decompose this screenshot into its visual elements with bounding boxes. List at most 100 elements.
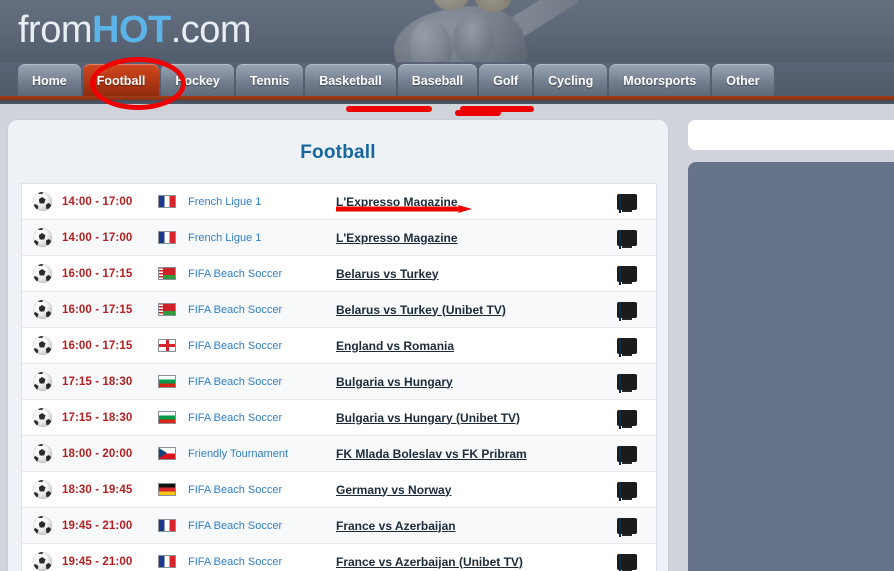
logo-from-text: from: [18, 9, 93, 51]
nav-tab-label: Other: [726, 74, 760, 88]
tv-cell[interactable]: [598, 517, 656, 537]
soccer-ball-icon: [32, 300, 52, 319]
event-competition: FIFA Beach Soccer: [188, 555, 283, 568]
event-row[interactable]: 17:15 - 18:30 FIFA Beach Soccer Bulgaria v…: [22, 400, 656, 436]
event-time: 19:45 - 21:00: [62, 555, 133, 568]
event-row[interactable]: 16:00 - 17:15 FIFA Beach Soccer Belarus vs…: [22, 256, 656, 292]
tv-cell[interactable]: [598, 265, 656, 285]
tv-icon[interactable]: [617, 517, 637, 537]
tv-cell[interactable]: [598, 553, 656, 571]
page-body: Football 14:00 - 17:00 French Ligue 1 L'Ex…: [0, 104, 894, 571]
event-competition: French Ligue 1: [188, 195, 262, 208]
tv-icon[interactable]: [617, 553, 637, 571]
search-box-placeholder[interactable]: [688, 120, 894, 150]
nav-tab-label: Tennis: [249, 74, 290, 88]
page-title: Football: [300, 142, 376, 163]
tv-cell[interactable]: [598, 445, 656, 465]
nav-tab-hockey[interactable]: Hockey: [161, 64, 234, 98]
tv-icon[interactable]: [617, 193, 637, 213]
nav-tab-golf[interactable]: Golf: [479, 64, 533, 98]
event-competition: FIFA Beach Soccer: [188, 483, 283, 496]
event-title-link[interactable]: L'Expresso Magazine: [336, 231, 458, 245]
tv-icon[interactable]: [617, 409, 637, 429]
event-row[interactable]: 14:00 - 17:00 French Ligue 1 L'Expresso Ma…: [22, 184, 656, 220]
event-title-link[interactable]: L'Expresso Magazine: [336, 195, 458, 209]
tv-cell[interactable]: [598, 409, 656, 429]
event-title-cell: Germany vs Norway: [336, 481, 598, 499]
tv-cell[interactable]: [598, 481, 656, 501]
event-row[interactable]: 16:00 - 17:15 FIFA Beach Soccer Belarus vs…: [22, 292, 656, 328]
event-row[interactable]: 14:00 - 17:00 French Ligue 1 L'Expresso Ma…: [22, 220, 656, 256]
tv-icon[interactable]: [617, 481, 637, 501]
event-title-link[interactable]: Bulgaria vs Hungary (Unibet TV): [336, 411, 520, 425]
soccer-ball-icon: [32, 264, 52, 283]
event-competition: FIFA Beach Soccer: [188, 267, 283, 280]
event-competition: FIFA Beach Soccer: [188, 411, 283, 424]
nav-tab-label: Basketball: [319, 74, 382, 88]
event-title-cell: England vs Romania: [336, 337, 598, 355]
tv-icon[interactable]: [617, 229, 637, 249]
bulgaria-flag: [158, 375, 176, 388]
tv-cell[interactable]: [598, 229, 656, 249]
tv-cell[interactable]: [598, 193, 656, 213]
event-title-link[interactable]: England vs Romania: [336, 339, 454, 353]
event-row[interactable]: 18:00 - 20:00 Friendly Tournament FK Mlada…: [22, 436, 656, 472]
tv-icon[interactable]: [617, 373, 637, 393]
soccer-ball-icon: [32, 336, 52, 355]
sport-cell: [22, 192, 62, 211]
event-title-cell: Belarus vs Turkey (Unibet TV): [336, 301, 598, 319]
nav-tab-cycling[interactable]: Cycling: [534, 64, 608, 98]
flag-cell: [158, 303, 188, 316]
right-column: [688, 120, 894, 571]
nav-tab-basketball[interactable]: Basketball: [305, 64, 396, 98]
event-title-cell: FK Mlada Boleslav vs FK Pribram: [336, 445, 598, 463]
site-logo[interactable]: fromHOT.com: [18, 8, 252, 52]
event-competition: FIFA Beach Soccer: [188, 303, 283, 316]
event-title-cell: Bulgaria vs Hungary: [336, 373, 598, 391]
flag-cell: [158, 555, 188, 568]
nav-tab-tennis[interactable]: Tennis: [235, 64, 304, 98]
tv-icon[interactable]: [617, 301, 637, 321]
soccer-ball-icon: [32, 408, 52, 427]
event-title-link[interactable]: Bulgaria vs Hungary: [336, 375, 453, 389]
event-row[interactable]: 18:30 - 19:45 FIFA Beach Soccer Germany vs…: [22, 472, 656, 508]
tv-cell[interactable]: [598, 337, 656, 357]
event-row[interactable]: 16:00 - 17:15 FIFA Beach Soccer England vs…: [22, 328, 656, 364]
event-time: 17:15 - 18:30: [62, 375, 133, 388]
event-time: 18:30 - 19:45: [62, 483, 133, 496]
sport-cell: [22, 552, 62, 571]
nav-tab-strip: Home Football Hockey Tennis Basketball Baseba…: [0, 62, 776, 98]
tv-cell[interactable]: [598, 301, 656, 321]
nav-tab-label: Golf: [493, 74, 519, 88]
nav-tab-other[interactable]: Other: [712, 64, 774, 98]
tv-icon[interactable]: [617, 337, 637, 357]
nav-tab-home[interactable]: Home: [18, 64, 81, 98]
flag-cell: [158, 267, 188, 280]
flag-cell: [158, 483, 188, 496]
sport-cell: [22, 336, 62, 355]
czechia-flag: [158, 447, 176, 460]
event-time: 14:00 - 17:00: [62, 231, 133, 244]
nav-tab-football[interactable]: Football: [82, 64, 160, 98]
nav-tab-motorsports[interactable]: Motorsports: [609, 64, 711, 98]
event-row[interactable]: 17:15 - 18:30 FIFA Beach Soccer Bulgaria v…: [22, 364, 656, 400]
event-title-link[interactable]: Germany vs Norway: [336, 483, 451, 497]
event-row[interactable]: 19:45 - 21:00 FIFA Beach Soccer France vs …: [22, 544, 656, 571]
flag-cell: [158, 231, 188, 244]
nav-tab-baseball[interactable]: Baseball: [397, 64, 478, 98]
soccer-ball-icon: [32, 516, 52, 535]
tv-icon[interactable]: [617, 445, 637, 465]
tv-cell[interactable]: [598, 373, 656, 393]
sport-cell: [22, 444, 62, 463]
event-row[interactable]: 19:45 - 21:00 FIFA Beach Soccer France vs …: [22, 508, 656, 544]
nav-tab-label: Cycling: [548, 74, 594, 88]
bulgaria-flag: [158, 411, 176, 424]
belarus-flag: [158, 267, 176, 280]
event-title-link[interactable]: France vs Azerbaijan (Unibet TV): [336, 555, 523, 569]
event-title-link[interactable]: Belarus vs Turkey: [336, 267, 439, 281]
sport-cell: [22, 516, 62, 535]
event-title-link[interactable]: Belarus vs Turkey (Unibet TV): [336, 303, 506, 317]
event-title-link[interactable]: FK Mlada Boleslav vs FK Pribram: [336, 447, 527, 461]
tv-icon[interactable]: [617, 265, 637, 285]
event-title-link[interactable]: France vs Azerbaijan: [336, 519, 456, 533]
